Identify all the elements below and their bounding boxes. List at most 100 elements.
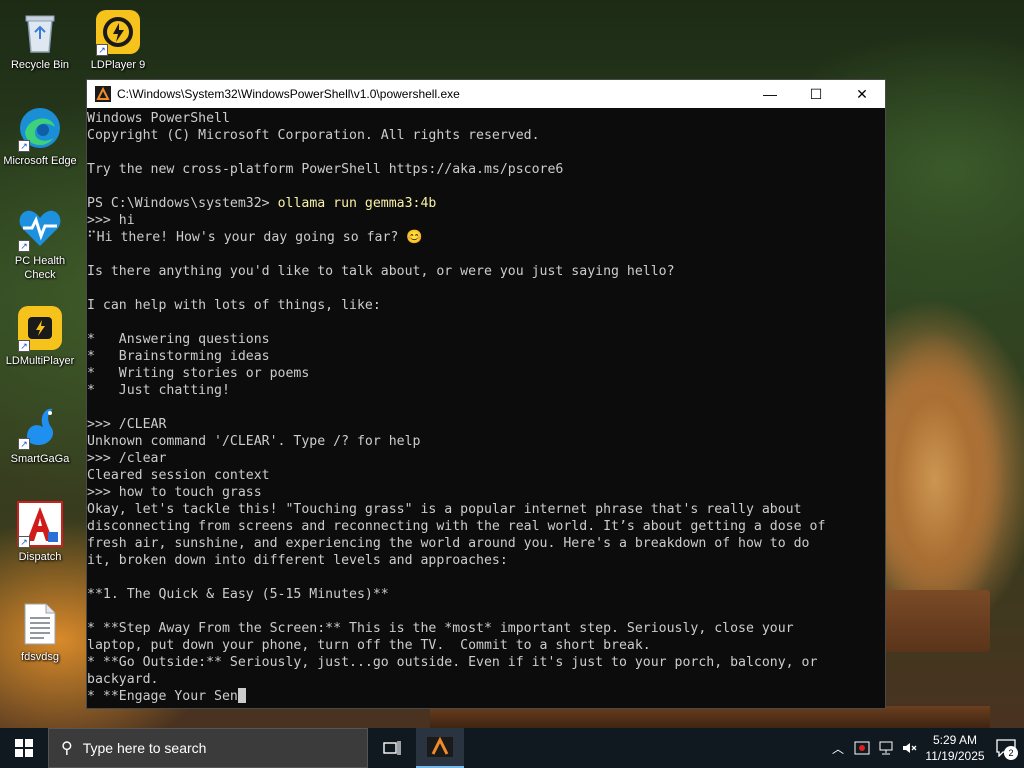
desktop-icon-label: Recycle Bin xyxy=(10,59,70,71)
taskbar-clock[interactable]: 5:29 AM 11/19/2025 xyxy=(922,732,988,764)
start-button[interactable] xyxy=(0,728,48,768)
console-line: >>> /CLEAR xyxy=(87,416,885,433)
console-line: Is there anything you'd like to talk abo… xyxy=(87,263,885,280)
console-line: Okay, let's tackle this! "Touching grass… xyxy=(87,501,885,518)
desktop-icon-fdsvdsg[interactable]: fdsvdsg xyxy=(0,600,80,664)
console-line-text: Try the new cross-platform PowerShell ht… xyxy=(87,162,564,177)
console-line: >>> hi xyxy=(87,212,885,229)
console-command-text: ollama run gemma3:4b xyxy=(277,196,437,211)
console-line: * Answering questions xyxy=(87,331,885,348)
wallpaper-bench xyxy=(880,590,990,652)
console-line: disconnecting from screens and reconnect… xyxy=(87,518,885,535)
taskbar-search-box[interactable]: ⚲ Type here to search xyxy=(48,728,368,768)
desktop-icon-ldplayer[interactable]: ↗ LDPlayer 9 xyxy=(78,8,158,72)
console-line-text: >>> /clear xyxy=(87,451,167,466)
console-line-text: * **Engage Your Sen xyxy=(87,689,238,704)
maximize-button[interactable]: ☐ xyxy=(793,80,839,108)
ldplayer-icon: ↗ xyxy=(94,8,142,56)
clock-time: 5:29 AM xyxy=(932,733,978,747)
desktop-icon-smartgaga[interactable]: ↗ SmartGaGa xyxy=(0,402,80,466)
desktop-icon-recycle-bin[interactable]: Recycle Bin xyxy=(0,8,80,72)
powershell-window[interactable]: C:\Windows\System32\WindowsPowerShell\v1… xyxy=(86,79,886,709)
console-line-text: * Answering questions xyxy=(87,332,270,347)
console-line-text: Okay, let's tackle this! "Touching grass… xyxy=(87,502,802,517)
console-line-text: * **Go Outside:** Seriously, just...go o… xyxy=(87,655,818,670)
console-line: fresh air, sunshine, and experiencing th… xyxy=(87,535,885,552)
console-line-text: * Brainstorming ideas xyxy=(87,349,270,364)
recycle-bin-icon xyxy=(16,8,64,56)
desktop-icon-label: Dispatch xyxy=(18,551,62,563)
console-line: Windows PowerShell xyxy=(87,110,885,127)
clock-date: 11/19/2025 xyxy=(925,749,985,763)
console-line-text: Is there anything you'd like to talk abo… xyxy=(87,264,675,279)
close-button[interactable]: ✕ xyxy=(839,80,885,108)
console-line: backyard. xyxy=(87,671,885,688)
console-line: I can help with lots of things, like: xyxy=(87,297,885,314)
shortcut-arrow-icon: ↗ xyxy=(18,340,30,352)
console-line-text: disconnecting from screens and reconnect… xyxy=(87,519,826,534)
console-line: PS C:\Windows\system32> ollama run gemma… xyxy=(87,195,885,212)
shortcut-arrow-icon: ↗ xyxy=(18,438,30,450)
console-line: ⠋Hi there! How's your day going so far? … xyxy=(87,229,885,246)
minimize-button[interactable]: — xyxy=(747,80,793,108)
console-line: Try the new cross-platform PowerShell ht… xyxy=(87,161,885,178)
desktop-icon-dispatch[interactable]: ↗ Dispatch xyxy=(0,500,80,564)
console-line-text: Windows PowerShell xyxy=(87,111,230,126)
console-line-text: laptop, put down your phone, turn off th… xyxy=(87,638,651,653)
network-icon[interactable] xyxy=(874,728,898,768)
desktop-icon-label: PC Health Check xyxy=(14,255,66,281)
desktop-icon-ldmultiplayer[interactable]: ↗ LDMultiPlayer xyxy=(0,304,80,368)
taskbar-powershell-app[interactable] xyxy=(416,728,464,768)
console-line-text: >>> how to touch grass xyxy=(87,485,262,500)
window-titlebar[interactable]: C:\Windows\System32\WindowsPowerShell\v1… xyxy=(87,80,885,108)
console-line: Unknown command '/CLEAR'. Type /? for he… xyxy=(87,433,885,450)
taskbar: ⚲ Type here to search ︿ 5:29 AM 11/19/20… xyxy=(0,728,1024,768)
shortcut-arrow-icon: ↗ xyxy=(18,536,30,548)
edge-icon: ↗ xyxy=(16,104,64,152)
console-line: **1. The Quick & Easy (5-15 Minutes)** xyxy=(87,586,885,603)
desktop-icon-label: SmartGaGa xyxy=(10,453,70,465)
search-placeholder: Type here to search xyxy=(82,740,207,756)
text-file-icon xyxy=(16,600,64,648)
console-line-text: >>> /CLEAR xyxy=(87,417,167,432)
console-line: * Brainstorming ideas xyxy=(87,348,885,365)
console-line: Cleared session context xyxy=(87,467,885,484)
console-line-text: Unknown command '/CLEAR'. Type /? for he… xyxy=(87,434,421,449)
console-line-text: ⠋Hi there! How's your day going so far? … xyxy=(87,230,423,245)
desktop-icon-label: LDMultiPlayer xyxy=(5,355,75,367)
console-line-text: fresh air, sunshine, and experiencing th… xyxy=(87,536,810,551)
console-line: * **Go Outside:** Seriously, just...go o… xyxy=(87,654,885,671)
console-line: * **Engage Your Sen xyxy=(87,688,885,705)
console-line: it, broken down into different levels an… xyxy=(87,552,885,569)
task-view-button[interactable] xyxy=(368,728,416,768)
shortcut-arrow-icon: ↗ xyxy=(18,140,30,152)
windows-logo-icon xyxy=(15,739,33,757)
console-line-text: * Just chatting! xyxy=(87,383,230,398)
console-line: * Just chatting! xyxy=(87,382,885,399)
console-line-text: backyard. xyxy=(87,672,159,687)
console-output[interactable]: Windows PowerShell Copyright (C) Microsof… xyxy=(87,108,885,709)
console-line-text: it, broken down into different levels an… xyxy=(87,553,508,568)
desktop-icon-edge[interactable]: ↗ Microsoft Edge xyxy=(0,104,80,168)
desktop-icon-label: LDPlayer 9 xyxy=(90,59,146,71)
desktop-icon-pc-health-check[interactable]: ↗ PC Health Check xyxy=(0,204,80,282)
notification-count-badge: 2 xyxy=(1004,746,1018,760)
chevron-up-icon[interactable]: ︿ xyxy=(826,728,850,768)
console-line-text: Cleared session context xyxy=(87,468,270,483)
shortcut-arrow-icon: ↗ xyxy=(18,240,30,252)
smartgaga-icon: ↗ xyxy=(16,402,64,450)
console-line-text: PS C:\Windows\system32> xyxy=(87,196,278,211)
ldmultiplayer-icon: ↗ xyxy=(16,304,64,352)
console-line: * Writing stories or poems xyxy=(87,365,885,382)
volume-muted-icon[interactable] xyxy=(898,728,922,768)
notification-center-button[interactable]: 2 xyxy=(988,728,1024,768)
task-view-icon xyxy=(383,741,401,755)
system-tray: ︿ 5:29 AM 11/19/2025 2 xyxy=(826,728,1024,768)
console-line: laptop, put down your phone, turn off th… xyxy=(87,637,885,654)
security-icon[interactable] xyxy=(850,728,874,768)
window-title: C:\Windows\System32\WindowsPowerShell\v1… xyxy=(117,87,460,101)
app-chevron-icon xyxy=(427,737,453,757)
